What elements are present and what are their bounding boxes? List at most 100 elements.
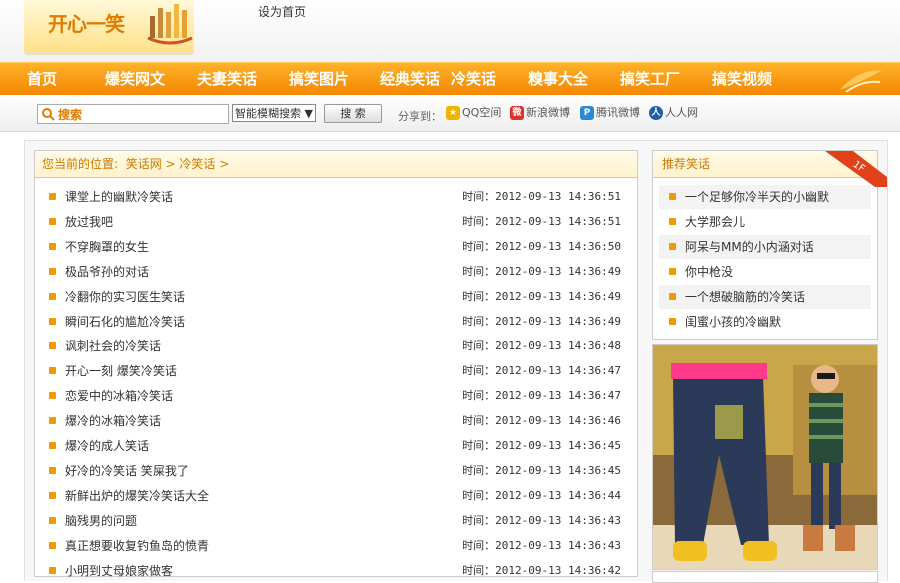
- recommend-item[interactable]: 一个足够你冷半天的小幽默: [659, 185, 871, 209]
- qzone-icon: ★: [446, 106, 460, 120]
- arrow-bullet-icon: [49, 491, 56, 499]
- joke-time: 时间：2012-09-13 14:36:50: [462, 239, 621, 253]
- joke-time: 时间：2012-09-13 14:36:51: [462, 214, 621, 228]
- list-item[interactable]: 脑残男的问题 时间：2012-09-13 14:36:43: [43, 509, 629, 533]
- list-item[interactable]: 开心一刻 爆笑冷笑话 时间：2012-09-13 14:36:47: [43, 359, 629, 383]
- search-icon: [42, 108, 55, 121]
- share-qzone-label: QQ空间: [462, 106, 502, 119]
- site-logo[interactable]: 开心一笑: [24, 0, 194, 55]
- joke-title[interactable]: 好冷的冷笑话 笑屎我了: [65, 459, 189, 483]
- nav-classic-jokes[interactable]: 经典笑话: [380, 63, 440, 96]
- list-item[interactable]: 恋爱中的冰箱冷笑话 时间：2012-09-13 14:36:47: [43, 384, 629, 408]
- nav-funny-videos[interactable]: 搞笑视频: [712, 63, 772, 96]
- joke-title[interactable]: 爆冷的冰箱冷笑话: [65, 409, 161, 433]
- list-item[interactable]: 瞬间石化的尴尬冷笑话 时间：2012-09-13 14:36:49: [43, 310, 629, 334]
- joke-title[interactable]: 瞬间石化的尴尬冷笑话: [65, 310, 185, 334]
- breadcrumb-section[interactable]: 冷笑话: [179, 157, 215, 171]
- joke-title[interactable]: 真正想要收复钓鱼岛的愤青: [65, 534, 209, 558]
- nav-embarrassing-stories[interactable]: 糗事大全: [528, 63, 588, 96]
- joke-title[interactable]: 开心一刻 爆笑冷笑话: [65, 359, 177, 383]
- recommend-panel: 推荐笑话 1F 一个足够你冷半天的小幽默 大学那会儿 阿呆与MM的小内涵对话 你中枪没…: [652, 150, 887, 340]
- joke-time: 时间：2012-09-13 14:36:49: [462, 289, 621, 303]
- share-sina-weibo[interactable]: 微 新浪微博: [510, 105, 570, 121]
- list-item[interactable]: 小明到丈母娘家做客 时间：2012-09-13 14:36:42: [43, 559, 629, 583]
- list-item[interactable]: 好冷的冷笑话 笑屎我了 时间：2012-09-13 14:36:45: [43, 459, 629, 483]
- search-placeholder: 搜索: [58, 108, 83, 122]
- tencent-weibo-icon: P: [580, 106, 594, 120]
- arrow-bullet-icon: [669, 293, 676, 300]
- advertisement-image[interactable]: [652, 344, 878, 570]
- arrow-bullet-icon: [669, 268, 676, 275]
- recommend-item-title[interactable]: 一个想破脑筋的冷笑话: [685, 285, 805, 309]
- share-qzone[interactable]: ★ QQ空间: [446, 105, 501, 121]
- list-item[interactable]: 极品爷孙的对话 时间：2012-09-13 14:36:49: [43, 260, 629, 284]
- search-button[interactable]: 搜 索: [324, 104, 382, 123]
- joke-title[interactable]: 放过我吧: [65, 210, 113, 234]
- recommend-item-title[interactable]: 你中枪没: [685, 260, 733, 284]
- arrow-bullet-icon: [49, 566, 56, 574]
- arrow-bullet-icon: [49, 442, 56, 449]
- arrow-bullet-icon: [49, 267, 56, 275]
- arrow-bullet-icon: [49, 367, 56, 375]
- search-input[interactable]: 搜索: [37, 104, 229, 124]
- joke-title[interactable]: 脑残男的问题: [65, 509, 137, 533]
- joke-time: 时间：2012-09-13 14:36:47: [462, 389, 621, 403]
- joke-title[interactable]: 讽刺社会的冷笑话: [65, 334, 161, 358]
- joke-time: 时间：2012-09-13 14:36:45: [462, 439, 621, 452]
- arrow-bullet-icon: [49, 317, 56, 325]
- joke-title[interactable]: 恋爱中的冰箱冷笑话: [65, 384, 173, 408]
- joke-time: 时间：2012-09-13 14:36:48: [462, 339, 621, 353]
- list-item[interactable]: 爆冷的冰箱冷笑话 时间：2012-09-13 14:36:46: [43, 409, 629, 433]
- set-homepage-link[interactable]: 设为首页: [258, 3, 306, 20]
- joke-title[interactable]: 新鲜出炉的爆笑冷笑话大全: [65, 484, 209, 508]
- recommend-title: 推荐笑话: [662, 157, 711, 171]
- share-sina-label: 新浪微博: [526, 106, 570, 119]
- list-item[interactable]: 课堂上的幽默冷笑话 时间：2012-09-13 14:36:51: [43, 185, 629, 209]
- arrow-bullet-icon: [669, 218, 676, 225]
- breadcrumb-home[interactable]: 笑话网: [126, 157, 162, 171]
- nav-funny-articles[interactable]: 爆笑网文: [105, 63, 165, 96]
- recommend-item[interactable]: 闺蜜小孩的冷幽默: [659, 310, 871, 334]
- list-item[interactable]: 真正想要收复钓鱼岛的愤青 时间：2012-09-13 14:36:43: [43, 534, 629, 558]
- search-bar: 搜索 智能模糊搜索 ▼ 搜 索 分享到： ★ QQ空间 微 新浪微博 P 腾讯微…: [0, 95, 900, 132]
- share-renren[interactable]: 人 人人网: [649, 105, 698, 121]
- search-mode-select[interactable]: 智能模糊搜索 ▼: [232, 104, 316, 122]
- joke-time: 时间：2012-09-13 14:36:47: [462, 364, 621, 378]
- recommend-item-title[interactable]: 闺蜜小孩的冷幽默: [685, 310, 781, 334]
- arrow-bullet-icon: [49, 193, 56, 200]
- nav-funny-factory[interactable]: 搞笑工厂: [620, 63, 680, 96]
- joke-title[interactable]: 爆冷的成人笑话: [65, 434, 149, 458]
- arrow-bullet-icon: [669, 318, 676, 325]
- arrow-bullet-icon: [669, 193, 676, 200]
- recommend-item-title[interactable]: 大学那会儿: [685, 210, 745, 234]
- recommend-item-title[interactable]: 一个足够你冷半天的小幽默: [685, 185, 829, 209]
- nav-couple-jokes[interactable]: 夫妻笑话: [197, 63, 257, 96]
- recommend-item[interactable]: 大学那会儿: [659, 210, 871, 234]
- nav-home[interactable]: 首页: [27, 63, 57, 96]
- list-item[interactable]: 冷翻你的实习医生笑话 时间：2012-09-13 14:36:49: [43, 285, 629, 309]
- recommend-item[interactable]: 你中枪没: [659, 260, 871, 284]
- list-item[interactable]: 讽刺社会的冷笑话 时间：2012-09-13 14:36:48: [43, 334, 629, 358]
- arrow-bullet-icon: [669, 243, 676, 250]
- nav-cold-jokes[interactable]: 冷笑话: [451, 63, 496, 96]
- joke-title[interactable]: 课堂上的幽默冷笑话: [65, 185, 173, 209]
- joke-title[interactable]: 小明到丈母娘家做客: [65, 559, 173, 583]
- nav-funny-pictures[interactable]: 搞笑图片: [289, 63, 349, 96]
- joke-title[interactable]: 不穿胸罩的女生: [65, 235, 149, 259]
- arrow-bullet-icon: [49, 541, 56, 549]
- list-item[interactable]: 不穿胸罩的女生 时间：2012-09-13 14:36:50: [43, 235, 629, 259]
- site-header: 开心一笑 设为首页: [0, 0, 900, 62]
- breadcrumb-separator: >: [219, 157, 230, 171]
- recommend-item-title[interactable]: 阿呆与MM的小内涵对话: [685, 235, 814, 259]
- recommend-item[interactable]: 阿呆与MM的小内涵对话: [659, 235, 871, 259]
- recommend-item[interactable]: 一个想破脑筋的冷笑话: [659, 285, 871, 309]
- joke-title[interactable]: 极品爷孙的对话: [65, 260, 149, 284]
- share-tencent-weibo[interactable]: P 腾讯微博: [580, 105, 640, 121]
- joke-time: 时间：2012-09-13 14:36:44: [462, 488, 621, 502]
- joke-title[interactable]: 冷翻你的实习医生笑话: [65, 285, 185, 309]
- list-item[interactable]: 爆冷的成人笑话 时间：2012-09-13 14:36:45: [43, 434, 629, 458]
- breadcrumb-prefix: 您当前的位置:: [42, 157, 119, 171]
- list-item[interactable]: 放过我吧 时间：2012-09-13 14:36:51: [43, 210, 629, 234]
- list-item[interactable]: 新鲜出炉的爆笑冷笑话大全 时间：2012-09-13 14:36:44: [43, 484, 629, 508]
- main-nav: 首页 爆笑网文 夫妻笑话 搞笑图片 经典笑话 冷笑话 糗事大全 搞笑工厂 搞笑视…: [0, 62, 900, 96]
